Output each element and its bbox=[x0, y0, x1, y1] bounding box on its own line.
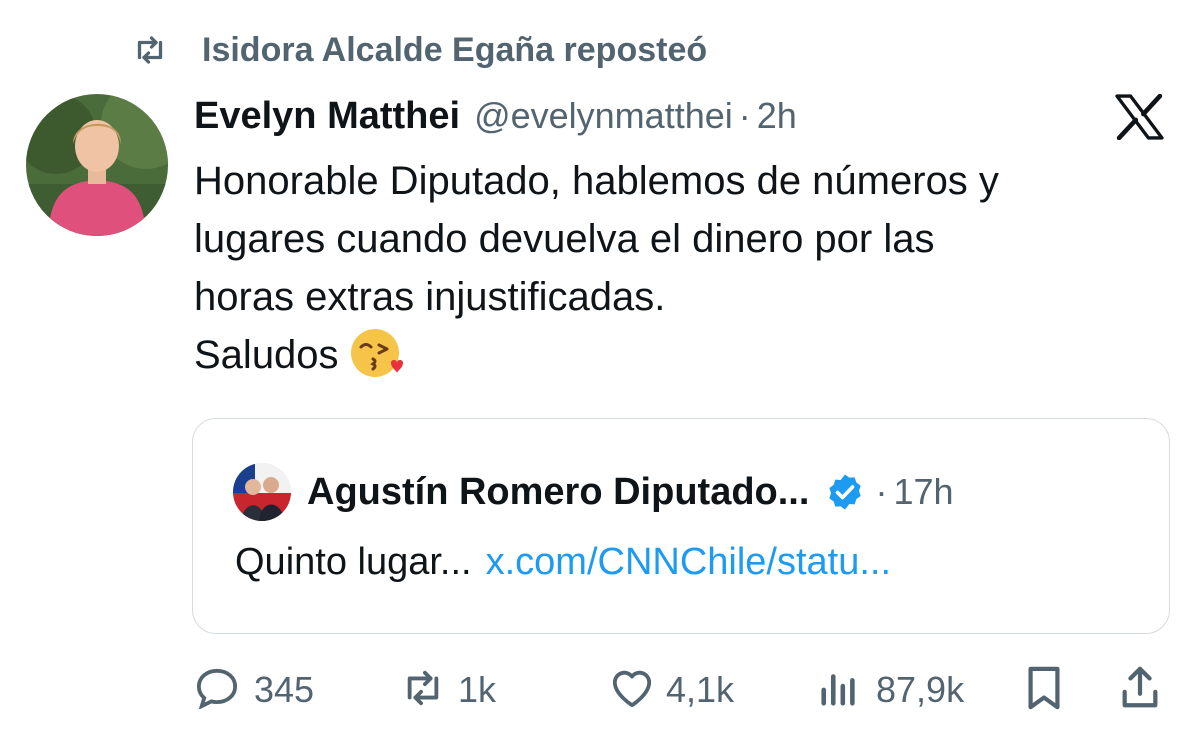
reply-count: 345 bbox=[254, 669, 315, 710]
action-bar: 345 1k 4,1k 87,9k bbox=[0, 658, 1200, 722]
tweet-text-line: Honorable Diputado, hablemos de números … bbox=[194, 159, 999, 203]
bookmark-icon bbox=[1024, 665, 1064, 716]
author-handle[interactable]: @evelynmatthei bbox=[474, 95, 733, 137]
face-blowing-kiss-icon bbox=[349, 325, 405, 381]
bookmark-button[interactable] bbox=[1024, 658, 1064, 722]
views-chart-icon bbox=[816, 667, 862, 714]
tweet-text-line: lugares cuando devuelva el dinero por la… bbox=[194, 217, 935, 261]
tweet-text: Honorable Diputado, hablemos de números … bbox=[194, 152, 1184, 385]
tweet-text-line: Saludos bbox=[194, 333, 339, 377]
x-logo-icon bbox=[1112, 93, 1172, 141]
quoted-avatar[interactable] bbox=[233, 463, 291, 521]
tweet-text-line: horas extras injustificadas. bbox=[194, 275, 666, 319]
author-name[interactable]: Evelyn Matthei bbox=[194, 95, 460, 138]
like-button[interactable]: 4,1k bbox=[608, 658, 734, 722]
quoted-header: Agustín Romero Diputado... · 17h bbox=[233, 463, 954, 521]
quoted-timestamp[interactable]: 17h bbox=[893, 471, 953, 513]
tweet-text-line-last: Saludos bbox=[194, 326, 1184, 385]
quoted-link[interactable]: x.com/CNNChile/statu... bbox=[486, 541, 891, 583]
repost-icon bbox=[396, 667, 450, 714]
quoted-body-text: Quinto lugar... bbox=[235, 541, 472, 583]
reply-icon bbox=[194, 667, 240, 714]
repost-count: 1k bbox=[458, 669, 497, 710]
separator-dot: · bbox=[738, 95, 751, 136]
avatar[interactable] bbox=[26, 94, 168, 236]
quoted-tweet[interactable]: Agustín Romero Diputado... · 17h Quinto … bbox=[192, 418, 1170, 634]
share-button[interactable] bbox=[1118, 658, 1162, 722]
quoted-author-name[interactable]: Agustín Romero Diputado... bbox=[307, 471, 809, 514]
repost-context[interactable]: Isidora Alcalde Egaña reposteó bbox=[128, 28, 707, 72]
repost-button[interactable]: 1k bbox=[396, 658, 496, 722]
tweet-header: Evelyn Matthei @evelynmatthei · 2h bbox=[194, 90, 797, 142]
like-count: 4,1k bbox=[666, 669, 735, 710]
repost-icon bbox=[128, 30, 172, 70]
reply-button[interactable]: 345 bbox=[194, 658, 314, 722]
tweet-timestamp[interactable]: 2h bbox=[757, 95, 797, 137]
share-icon bbox=[1118, 665, 1162, 716]
separator-dot: · bbox=[875, 471, 888, 512]
quoted-text: Quinto lugar... x.com/CNNChile/statu... bbox=[235, 541, 891, 584]
repost-label: Isidora Alcalde Egaña reposteó bbox=[202, 30, 708, 69]
views-count: 87,9k bbox=[876, 669, 965, 710]
verified-badge-icon bbox=[825, 472, 865, 512]
heart-icon bbox=[608, 667, 656, 714]
views-button[interactable]: 87,9k bbox=[816, 658, 964, 722]
